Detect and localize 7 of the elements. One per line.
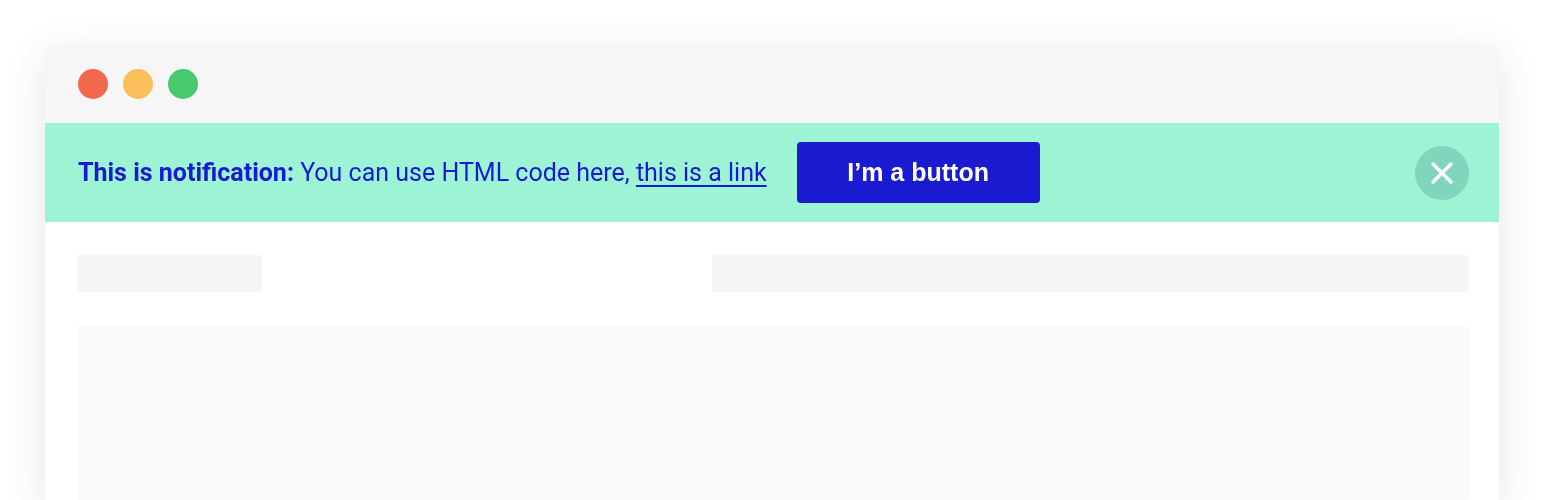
minimize-window-icon[interactable] [123, 69, 153, 99]
close-icon[interactable] [1415, 145, 1469, 200]
notification-button[interactable]: I’m a button [796, 142, 1040, 203]
maximize-window-icon[interactable] [168, 69, 198, 99]
close-window-icon[interactable] [78, 69, 108, 99]
notification-message: This is notification: You can use HTML code here, this is a link [78, 158, 767, 187]
notification-link[interactable]: this is a link [635, 158, 767, 187]
